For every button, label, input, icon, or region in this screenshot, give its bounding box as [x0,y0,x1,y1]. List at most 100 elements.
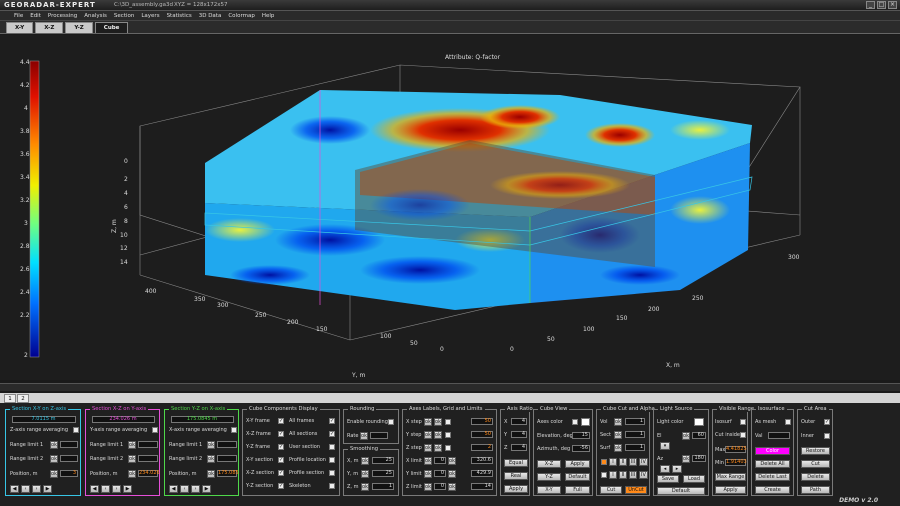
z-limit-ok-2[interactable]: ok [448,483,456,491]
surf-ok[interactable]: ok [614,444,622,452]
ratio-y-field[interactable]: 4 [511,431,527,438]
x-step-checkbox[interactable] [445,419,451,425]
y-limit-min[interactable]: 0 [434,470,446,477]
y-step-field[interactable]: 50 [471,431,493,438]
area-cut-button[interactable]: Cut [801,460,830,468]
x-step-ok[interactable]: ok [424,418,432,426]
view-xz-button[interactable]: X-Z [537,460,561,468]
cut-region-2b[interactable]: II [619,471,627,479]
yz-position-field[interactable]: 175.085 [217,470,239,477]
iso-val-field[interactable] [768,432,790,439]
restore-button[interactable]: Restore [801,447,830,455]
axes-color-checkbox[interactable] [572,419,578,425]
view-yz-button[interactable]: Y-Z [537,473,561,481]
cut-region-3b[interactable]: III [629,471,637,479]
smooth-x-field[interactable]: 25 [372,457,394,464]
cut-region-4b[interactable]: IV [639,471,648,479]
tab-y-z[interactable]: Y-Z [65,22,93,33]
panel-tab-2[interactable]: 2 [17,394,29,403]
maximize-icon[interactable]: □ [877,1,886,9]
yz-section-checkbox[interactable]: ✓ [278,483,284,489]
smooth-y-ok[interactable]: ok [361,470,369,478]
yz-limit1-ok[interactable]: ok [207,441,215,449]
yz-step-fwd-button[interactable]: › [191,485,200,493]
yz-step-back-button[interactable]: ‹ [180,485,189,493]
xz-step-fwd-button[interactable]: › [112,485,121,493]
rate-ok[interactable]: ok [360,432,368,440]
xz-limit2-field[interactable] [138,455,158,462]
xz-frame-checkbox[interactable]: ✓ [278,431,284,437]
menu-statistics[interactable]: Statistics [167,13,192,19]
x-limit-ok-2[interactable]: ok [448,457,456,465]
z-step-ok-2[interactable]: ok [434,444,442,452]
xz-limit2-ok[interactable]: ok [128,455,136,463]
azimuth-field[interactable]: -56 [572,445,590,452]
z-step-ok[interactable]: ok [424,444,432,452]
xy-step-back-button[interactable]: ‹ [21,485,30,493]
cut-region-checkbox-1[interactable] [601,459,607,465]
light-el-ok[interactable]: ok [682,432,690,440]
light-load-button[interactable]: Load [683,475,705,483]
xy-step-fwd-button[interactable]: › [32,485,41,493]
delete-last-button[interactable]: Delete Last [755,473,790,481]
as-mesh-checkbox[interactable] [785,419,791,425]
cut-inside-checkbox[interactable] [740,432,746,438]
xz-limit1-ok[interactable]: ok [128,441,136,449]
isosurf-checkbox[interactable] [740,419,746,425]
smooth-z-ok[interactable]: ok [361,483,369,491]
cut-button[interactable]: Cut [600,486,622,494]
light-az-ok[interactable]: ok [682,455,690,463]
yz-limit2-ok[interactable]: ok [207,455,215,463]
z-step-field[interactable]: 2 [471,444,493,451]
x-limit-min[interactable]: 0 [434,457,446,464]
tab-cube[interactable]: Cube [94,22,129,33]
menu-help[interactable]: Help [262,13,275,19]
xy-next-button[interactable]: ▶ [43,485,52,493]
yz-frame-checkbox[interactable]: ✓ [278,444,284,450]
iso-color-button[interactable]: Color [755,447,790,455]
light-az-field[interactable]: 180 [692,455,706,462]
yz-pos-ok[interactable]: ok [207,470,215,478]
inner-checkbox[interactable] [824,433,830,439]
xy-prev-button[interactable]: ◀ [10,485,19,493]
delete-all-button[interactable]: Delete All [755,460,790,468]
xz-avg-checkbox[interactable] [152,427,158,433]
minimize-icon[interactable]: _ [866,1,875,9]
menu-3d-data[interactable]: 3D Data [199,13,222,19]
y-limit-ok[interactable]: ok [424,470,432,478]
xy-limit1-ok[interactable]: ok [50,441,58,449]
yz-limit1-field[interactable] [217,441,237,448]
view-apply-button[interactable]: Apply [565,460,590,468]
iso-create-button[interactable]: Create [755,486,790,494]
z-limit-max[interactable]: 14 [471,483,493,490]
xy-pos-ok[interactable]: ok [50,470,58,478]
z-limit-min[interactable]: 0 [434,483,446,490]
max-range-button[interactable]: Max Range [715,473,746,481]
cut-region-4[interactable]: IV [639,458,648,466]
xz-section-checkbox[interactable]: ✓ [278,470,284,476]
ratio-x-field[interactable]: 4 [511,418,527,425]
light-save-button[interactable]: Save [657,475,679,483]
smooth-y-field[interactable]: 25 [372,470,394,477]
ratio-apply-button[interactable]: Apply [504,485,528,493]
max-field[interactable]: 4.41825 [725,446,747,453]
smooth-x-ok[interactable]: ok [361,457,369,465]
vol-ok[interactable]: ok [614,418,622,426]
x-limit-max[interactable]: 320.6 [471,457,493,464]
x-step-field[interactable]: 50 [471,418,493,425]
cube-plot[interactable]: 4.4 4.2 4 3.8 3.6 3.4 3.2 3 2.8 2.6 2.4 … [0,35,900,380]
equal-button[interactable]: Equal [504,459,528,467]
cut-region-1[interactable]: I [609,458,617,466]
y-limit-ok-2[interactable]: ok [448,470,456,478]
menu-processing[interactable]: Processing [48,13,77,19]
light-default-button[interactable]: Default [657,487,705,495]
yz-avg-checkbox[interactable] [231,427,237,433]
menu-section[interactable]: Section [114,13,134,19]
visible-apply-button[interactable]: Apply [715,486,746,494]
yz-next-button[interactable]: ▶ [202,485,211,493]
light-az-right[interactable]: ▸ [672,465,682,473]
menu-file[interactable]: File [14,13,23,19]
xz-prev-button[interactable]: ◀ [90,485,99,493]
xy-frame-checkbox[interactable]: ✓ [278,418,284,424]
smooth-z-field[interactable]: 1 [372,483,394,490]
